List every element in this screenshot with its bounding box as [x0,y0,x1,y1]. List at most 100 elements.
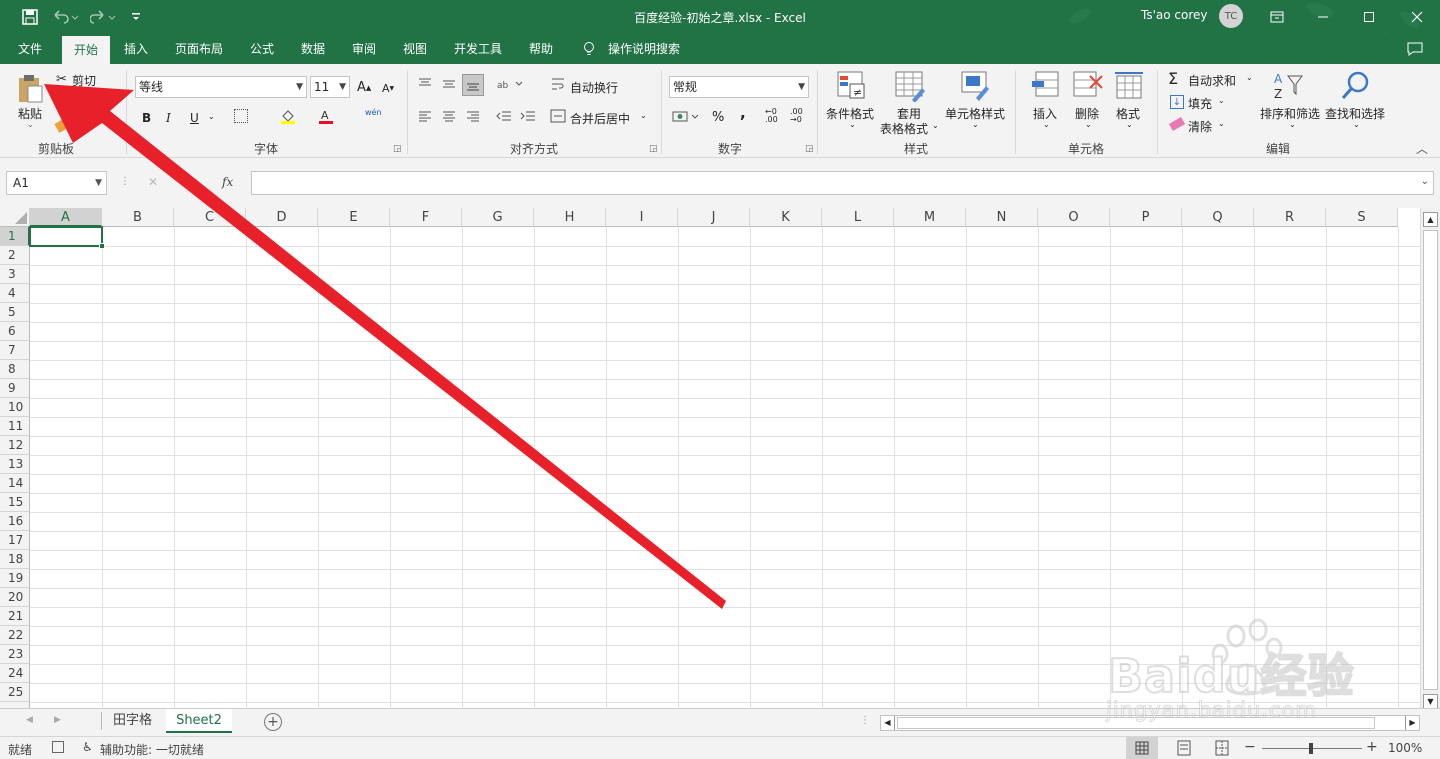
cancel-entry-icon[interactable]: ✕ [148,175,158,189]
row-header-1[interactable]: 1 [0,227,30,246]
next-sheet-icon[interactable]: ▶ [54,715,61,725]
user-name[interactable]: Ts'ao corey [1141,8,1208,22]
autosum-dropdown-icon[interactable]: ⌄ [1246,73,1253,82]
tab-formulas[interactable]: 公式 [242,34,282,64]
merge-dropdown-icon[interactable]: ⌄ [640,111,647,120]
sort-filter-icon[interactable]: AZ [1272,70,1304,102]
tab-review[interactable]: 审阅 [344,34,384,64]
column-header-c[interactable]: C [174,208,246,227]
collapse-ribbon-icon[interactable]: ︿ [1416,140,1428,157]
page-layout-view-icon[interactable] [1168,737,1200,759]
row-header-20[interactable]: 20 [0,588,30,607]
fill-icon[interactable]: ↓ [1170,95,1184,109]
align-middle-icon[interactable] [442,78,456,90]
underline-button[interactable]: U [190,111,199,125]
merge-center-icon[interactable] [550,109,566,123]
cell-styles-dropdown-icon[interactable]: ⌄ [972,120,979,129]
minimize-icon[interactable] [1300,0,1346,34]
row-header-24[interactable]: 24 [0,664,30,683]
merge-center-button[interactable]: 合并后居中 [570,110,630,127]
row-header-25[interactable]: 25 [0,683,30,702]
eraser-icon[interactable] [1168,117,1186,131]
column-header-k[interactable]: K [750,208,822,227]
tell-me-search[interactable]: 操作说明搜索 [600,34,688,64]
format-dropdown-icon[interactable]: ⌄ [1126,120,1133,129]
find-select-icon[interactable] [1340,70,1372,102]
clear-button[interactable]: 清除 [1188,118,1212,135]
insert-cells-icon[interactable] [1030,70,1062,102]
macro-record-icon[interactable] [52,741,64,753]
save-icon[interactable] [18,6,42,28]
tab-help[interactable]: 帮助 [521,34,561,64]
delete-dropdown-icon[interactable]: ⌄ [1085,120,1092,129]
tab-insert[interactable]: 插入 [116,34,156,64]
format-as-table-icon[interactable] [894,70,926,102]
shrink-font-icon[interactable]: A ▼ [382,82,394,95]
fill-button[interactable]: 填充 [1188,95,1212,112]
column-header-m[interactable]: M [894,208,966,227]
accessibility-status[interactable]: 辅助功能: 一切就绪 [100,741,204,758]
bold-button[interactable]: B [142,111,151,125]
row-header-17[interactable]: 17 [0,531,30,550]
name-box[interactable]: A1 ▼ [6,171,107,195]
formula-input[interactable]: ⌄ [251,171,1434,195]
ribbon-display-icon[interactable] [1254,0,1300,34]
autosum-icon[interactable]: Σ [1168,69,1178,88]
font-color-icon[interactable]: A [318,108,334,124]
row-header-19[interactable]: 19 [0,569,30,588]
row-header-22[interactable]: 22 [0,626,30,645]
underline-dropdown-icon[interactable]: ⌄ [208,112,215,121]
increase-indent-icon[interactable] [520,110,536,122]
column-header-j[interactable]: J [678,208,750,227]
row-header-8[interactable]: 8 [0,360,30,379]
row-header-3[interactable]: 3 [0,265,30,284]
row-header-12[interactable]: 12 [0,436,30,455]
wrap-text-icon[interactable] [550,76,566,92]
comments-icon[interactable] [1406,41,1424,60]
column-header-d[interactable]: D [246,208,318,227]
phonetic-icon[interactable]: wén [365,108,382,117]
align-bottom-icon[interactable] [462,74,484,96]
border-icon[interactable] [234,109,248,123]
tab-data[interactable]: 数据 [293,34,333,64]
row-header-15[interactable]: 15 [0,493,30,512]
align-center-icon[interactable] [442,110,456,122]
cell-styles-icon[interactable] [960,70,992,102]
cut-button[interactable]: 剪切 [72,72,96,89]
align-right-icon[interactable] [466,110,480,122]
increase-decimal-icon[interactable]: ←0.00 [765,108,778,124]
wrap-text-button[interactable]: 自动换行 [570,79,618,96]
zoom-level[interactable]: 100% [1388,741,1422,755]
column-header-s[interactable]: S [1326,208,1398,227]
insert-dropdown-icon[interactable]: ⌄ [1043,120,1050,129]
zoom-slider-thumb[interactable] [1309,743,1313,754]
tab-page-layout[interactable]: 页面布局 [167,34,231,64]
row-header-11[interactable]: 11 [0,417,30,436]
close-icon[interactable] [1394,0,1440,34]
sort-dropdown-icon[interactable]: ⌄ [1289,120,1296,129]
row-header-6[interactable]: 6 [0,322,30,341]
row-header-4[interactable]: 4 [0,284,30,303]
tab-file[interactable]: 文件 [10,34,50,64]
sheet-tab-1[interactable]: 田字格 [103,709,162,733]
fill-color-icon[interactable] [280,108,296,124]
orientation-icon[interactable]: ab [497,78,523,90]
row-header-2[interactable]: 2 [0,246,30,265]
italic-button[interactable]: I [166,111,171,125]
select-all-corner[interactable] [0,208,30,227]
confirm-entry-icon[interactable]: ✓ [188,175,198,189]
column-header-i[interactable]: I [606,208,678,227]
insert-function-icon[interactable]: fx [222,175,233,189]
decrease-decimal-icon[interactable]: .00 →0 [790,108,803,124]
autosum-button[interactable]: 自动求和 [1188,72,1236,89]
row-header-10[interactable]: 10 [0,398,30,417]
column-header-p[interactable]: P [1110,208,1182,227]
scroll-left-icon[interactable]: ◀ [881,716,895,730]
vertical-scroll-thumb[interactable] [1423,230,1438,690]
maximize-icon[interactable] [1346,0,1392,34]
font-name-select[interactable]: 等线 ▼ [135,76,307,98]
alignment-dialog-launcher-icon[interactable]: ◲ [649,144,658,154]
row-header-7[interactable]: 7 [0,341,30,360]
fill-dropdown-icon[interactable]: ⌄ [1218,96,1225,105]
undo-icon[interactable] [50,6,82,28]
